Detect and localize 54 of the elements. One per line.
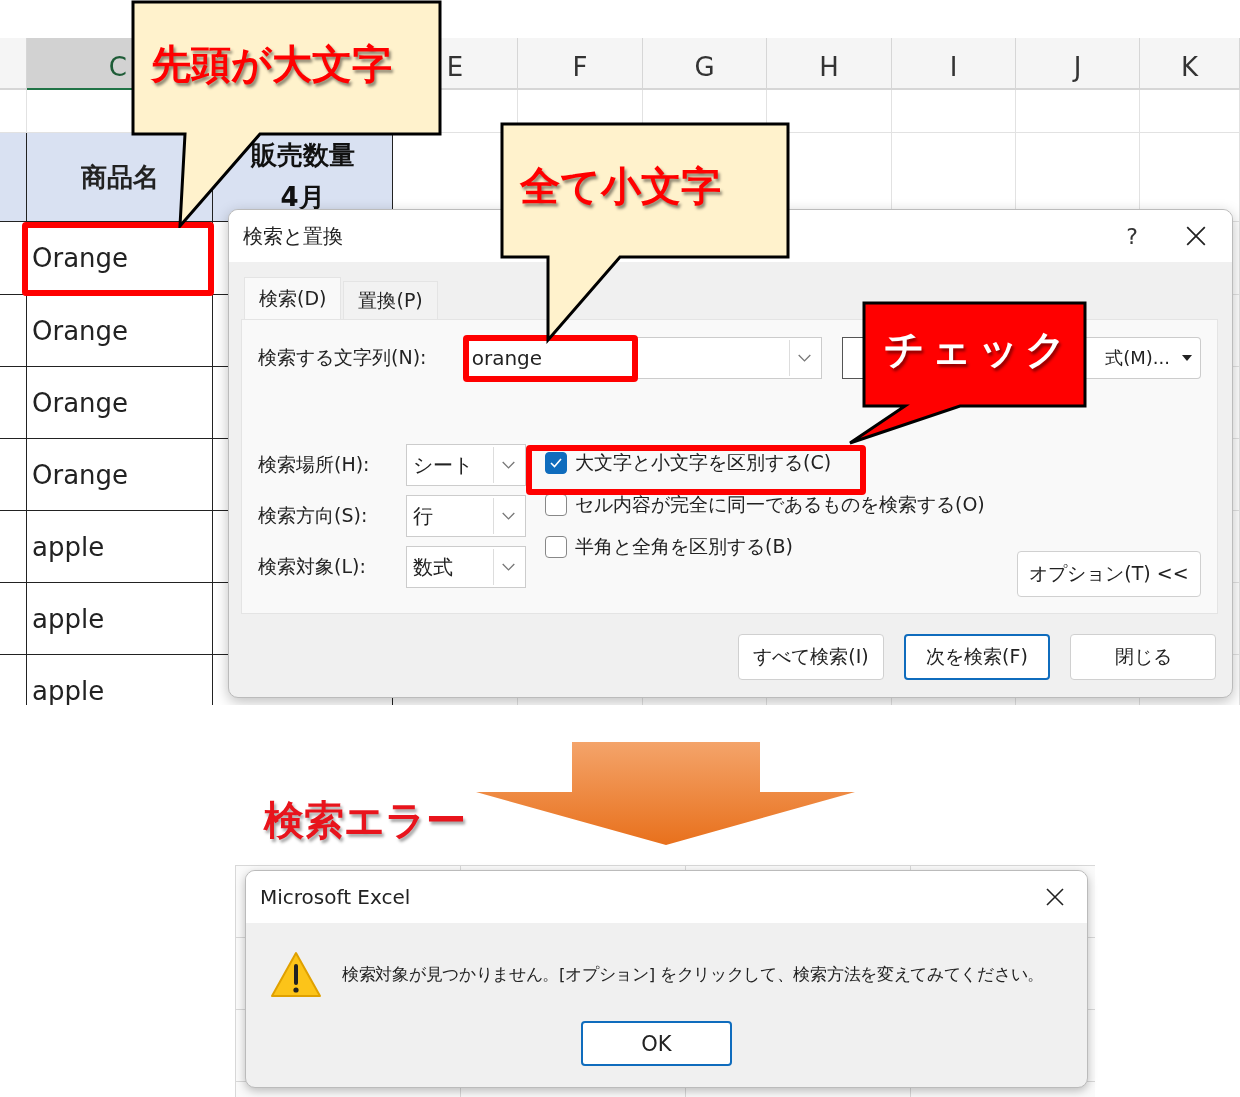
close-icon [1045,887,1065,907]
checkbox-label: セル内容が完全に同一であるものを検索する(O) [575,491,985,517]
select-field[interactable]: シート [406,444,526,486]
dialog-title: Microsoft Excel [260,885,412,909]
table-cell: Orange [27,367,213,439]
column-header[interactable]: H [767,38,892,90]
row-header[interactable] [0,295,27,367]
tab[interactable]: 置換(P) [343,281,438,319]
format-button[interactable]: 式(M)... [1085,337,1201,379]
column-header[interactable]: F [518,38,643,90]
corner-header [0,38,27,90]
help-button[interactable]: ? [1102,222,1162,250]
callout-text: 先頭が大文字 [151,40,392,88]
checkbox-label: 大文字と小文字を区別する(C) [575,449,832,475]
callout-text: 全て小文字 [520,162,721,210]
error-message: 検索対象が見つかりません。[オプション] をクリックして、検索方法を変えてみてください。 [342,964,1044,986]
field-label: 検索する文字列(N): [258,345,428,370]
header-text: 販売数量 [250,139,355,173]
checkbox[interactable] [545,493,567,516]
field-label: 検索場所(H): [258,452,371,477]
row-header[interactable] [0,133,27,222]
table-cell: Orange [27,295,213,367]
column-header[interactable]: G [643,38,767,90]
checkbox-label: 半角と全角を区別する(B) [575,533,793,559]
row-header[interactable] [0,583,27,655]
select-field[interactable]: 行 [406,495,526,537]
callout-text: チェック [884,325,1072,373]
dialog-button[interactable]: 閉じる [1070,634,1216,680]
row-header[interactable] [0,367,27,439]
checkbox[interactable] [545,535,567,558]
field-label: 検索方向(S): [258,503,369,528]
column-header[interactable]: K [1140,38,1240,90]
dialog-button[interactable]: すべて検索(I) [738,634,884,680]
dialog-button[interactable]: 次を検索(F) [904,634,1050,680]
close-icon [1185,225,1207,247]
table-cell: apple [27,511,213,583]
header-text: 4月 [280,181,325,214]
checkbox[interactable] [545,451,567,474]
warning-icon [270,951,322,999]
column-header[interactable]: J [1016,38,1140,90]
options-button[interactable]: オプション(T) << [1017,551,1201,597]
error-label: 検索エラー [264,796,466,845]
format-preview [842,337,865,379]
table-cell: Orange [27,439,213,511]
ok-button[interactable]: OK [581,1021,732,1066]
column-header[interactable]: I [892,38,1016,90]
row-header[interactable] [0,439,27,511]
dropdown-arrow-icon [1182,355,1192,361]
select-field[interactable]: 数式 [406,546,526,588]
field-label: 検索対象(L): [258,554,367,579]
row-header[interactable] [0,511,27,583]
tab[interactable]: 検索(D) [244,277,342,319]
table-cell: apple [27,583,213,655]
dialog-title: 検索と置換 [243,222,344,250]
